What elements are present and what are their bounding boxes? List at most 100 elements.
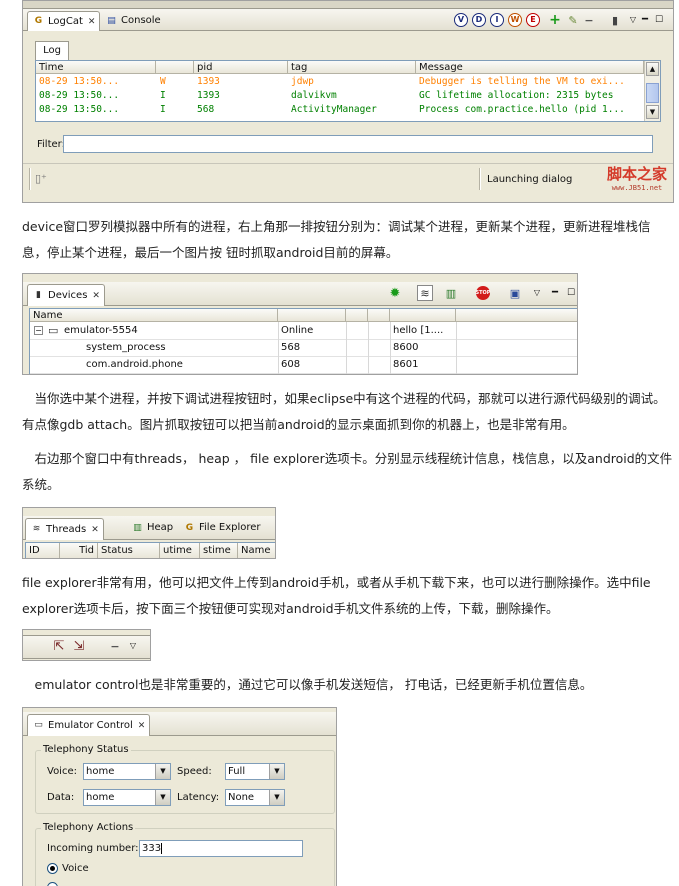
chevron-down-icon: ▽	[129, 641, 137, 650]
voice-radio[interactable]: Voice	[47, 863, 89, 874]
log-cell-tag: ActivityManager	[291, 104, 377, 115]
view-menu-button[interactable]: ▽	[529, 285, 545, 301]
minus-icon: −	[110, 639, 120, 653]
telephony-status-title: Telephony Status	[41, 744, 131, 756]
tab-heap-label: Heap	[147, 522, 174, 533]
latency-select[interactable]: None ▼	[225, 789, 285, 806]
verbose-filter-button[interactable]: V	[453, 12, 469, 28]
status-divider-2	[479, 168, 481, 190]
tab-heap[interactable]: ▥ Heap	[127, 518, 177, 538]
warn-filter-button[interactable]: W	[507, 12, 523, 28]
view-menu-button[interactable]: ▽	[125, 638, 141, 654]
delete-file-button[interactable]: −	[107, 638, 123, 654]
minimize-button[interactable]: ━	[547, 285, 563, 301]
sms-radio[interactable]	[47, 882, 58, 886]
device-cell-name: com.android.phone	[86, 359, 183, 370]
threads-col-header[interactable]: Name	[238, 543, 275, 558]
debug-icon: D	[472, 13, 486, 27]
scroll-up-arrow-icon[interactable]: ▲	[646, 62, 659, 76]
chevron-down-icon[interactable]: ▼	[155, 790, 170, 805]
tab-threads[interactable]: ≋ Threads ✕	[25, 518, 104, 540]
tab-devices[interactable]: ▮ Devices ✕	[27, 284, 105, 306]
threads-col-header[interactable]: Tid	[60, 543, 98, 558]
add-filter-button[interactable]: +	[547, 12, 563, 28]
logcat-scrollbar[interactable]: ▲ ▼	[644, 61, 660, 121]
debug-filter-button[interactable]: D	[471, 12, 487, 28]
threads-col-header[interactable]: Status	[98, 543, 160, 558]
col-level-header[interactable]	[156, 61, 194, 74]
heap-icon: ▥	[133, 522, 142, 533]
close-icon[interactable]: ✕	[138, 717, 146, 735]
maximize-button[interactable]: ☐	[651, 12, 667, 28]
log-cell-tag: dalvikvm	[291, 90, 337, 101]
update-threads-button[interactable]: ≋	[417, 285, 433, 301]
telephony-status-group: Telephony Status	[35, 744, 335, 814]
log-subtab-label: Log	[43, 45, 61, 56]
remove-filter-button[interactable]: −	[581, 12, 597, 28]
device-cell-col5: 8601	[393, 359, 419, 370]
col-time-header[interactable]: Time	[36, 61, 156, 74]
log-subtab[interactable]: Log	[35, 41, 69, 60]
latency-label: Latency:	[177, 792, 220, 803]
close-icon[interactable]: ✕	[88, 13, 96, 31]
update-heap-button[interactable]: ▥	[443, 285, 459, 301]
chevron-down-icon[interactable]: ▼	[155, 764, 170, 779]
col-pid-header[interactable]: pid	[194, 61, 288, 74]
col-message-header[interactable]: Message	[416, 61, 644, 74]
edit-filter-button[interactable]: ✎	[565, 12, 581, 28]
log-cell-message: Process com.practice.hello (pid 1...	[419, 104, 625, 115]
speed-select[interactable]: Full ▼	[225, 763, 285, 780]
collapse-icon[interactable]: −	[34, 326, 43, 335]
radio-selected-icon	[47, 863, 58, 874]
debug-process-button[interactable]: ✹	[387, 285, 403, 301]
close-icon[interactable]: ✕	[92, 287, 100, 305]
scroll-down-arrow-icon[interactable]: ▼	[646, 105, 659, 119]
close-icon[interactable]: ✕	[91, 521, 99, 539]
maximize-button[interactable]: ☐	[563, 285, 577, 301]
threads-col-header[interactable]: utime	[160, 543, 200, 558]
pull-file-button[interactable]: ⇱	[51, 638, 67, 654]
filter-input[interactable]	[63, 135, 653, 153]
threads-icon: ≋	[420, 286, 430, 300]
col-5-header[interactable]	[390, 309, 456, 322]
voice-select[interactable]: home ▼	[83, 763, 171, 780]
col-4-header[interactable]	[368, 309, 390, 322]
column-divider	[278, 322, 279, 374]
chevron-down-icon: ▽	[533, 288, 541, 297]
col-2-header[interactable]	[278, 309, 346, 322]
col-tag-header[interactable]: tag	[288, 61, 416, 74]
tab-emulator-control[interactable]: ▭ Emulator Control ✕	[27, 714, 151, 736]
col-3-header[interactable]	[346, 309, 368, 322]
watermark-title: 脚本之家	[606, 165, 667, 183]
scroll-thumb[interactable]	[646, 83, 659, 103]
col-name-header[interactable]: Name	[30, 309, 278, 322]
chevron-down-icon[interactable]: ▼	[269, 790, 284, 805]
devices-table: Name − ▭ emulator-5554 Online hello [1.... sy…	[29, 308, 577, 374]
column-divider	[456, 322, 457, 374]
stop-process-button[interactable]: STOP	[475, 285, 491, 301]
chevron-down-icon[interactable]: ▼	[269, 764, 284, 779]
col-6-header[interactable]	[456, 309, 577, 322]
push-file-button[interactable]: ⇲	[71, 638, 87, 654]
tab-console[interactable]: ▤ Console	[101, 11, 165, 31]
threads-col-header[interactable]: stime	[200, 543, 238, 558]
file-explorer-toolbar-screenshot: ⇱ ⇲ − ▽	[22, 629, 151, 661]
pull-file-icon: ⇱	[53, 638, 65, 654]
clear-log-button[interactable]: ▮	[607, 12, 623, 28]
tab-logcat[interactable]: G LogCat ✕	[27, 11, 101, 31]
tab-file-explorer[interactable]: G File Explorer	[179, 518, 265, 538]
threads-col-header[interactable]: ID	[26, 543, 60, 558]
tab-console-label: Console	[121, 15, 161, 26]
log-cell-message: GC lifetime allocation: 2315 bytes	[419, 90, 614, 101]
error-filter-button[interactable]: E	[525, 12, 541, 28]
latency-select-value: None	[228, 792, 255, 803]
emulator-tabbar: ▭ Emulator Control ✕	[23, 712, 336, 736]
data-select[interactable]: home ▼	[83, 789, 171, 806]
voice-select-value: home	[86, 766, 115, 777]
threads-icon: ≋	[32, 524, 41, 534]
incoming-number-value: 333	[142, 843, 162, 854]
data-select-value: home	[86, 792, 115, 803]
screen-capture-button[interactable]: ▣	[507, 285, 523, 301]
info-filter-button[interactable]: I	[489, 12, 505, 28]
incoming-number-input[interactable]: 333	[139, 840, 303, 857]
